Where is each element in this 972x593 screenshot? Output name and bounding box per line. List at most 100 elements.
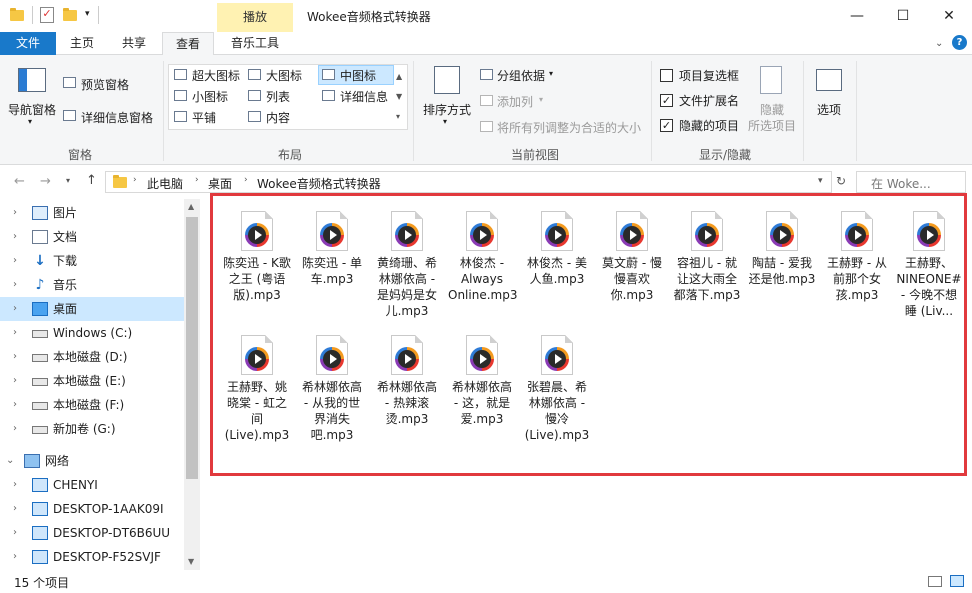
breadcrumb-desktop[interactable]: 桌面 [208, 175, 232, 192]
chevron-down-icon[interactable]: ▾ [443, 117, 447, 126]
nav-scrollbar-thumb[interactable] [186, 217, 198, 479]
file-item[interactable]: 张碧晨、希林娜依高 - 慢冷 (Live).mp3 [523, 335, 591, 443]
layout-medium-icons[interactable]: 中图标 [340, 67, 376, 84]
new-folder-icon[interactable] [63, 7, 79, 23]
file-item[interactable]: 黄绮珊、希林娜依高 - 是妈妈是女儿.mp3 [373, 211, 441, 319]
gallery-scroll-icon[interactable]: ▲ ▼ ▾ [396, 67, 402, 127]
context-tab-play[interactable]: 播放 [217, 3, 293, 32]
breadcrumb-current-folder[interactable]: Wokee音频格式转换器 [257, 175, 381, 192]
chevron-down-icon[interactable]: ▾ [549, 69, 553, 78]
navigation-pane-label[interactable]: 导航窗格 [8, 101, 56, 118]
forward-icon[interactable]: → [40, 174, 51, 189]
tab-file[interactable]: 文件 [0, 32, 56, 55]
layout-tiles[interactable]: 平铺 [192, 109, 216, 126]
details-view-icon[interactable] [928, 576, 942, 587]
file-item[interactable]: 陈奕迅 - 单车.mp3 [298, 211, 366, 287]
file-item[interactable]: 希林娜依高 - 从我的世界消失吧.mp3 [298, 335, 366, 443]
layout-small-icons[interactable]: 小图标 [192, 88, 228, 105]
nav-item-computer-chenyi[interactable]: › CHENYI [0, 473, 184, 497]
nav-item-drive-c[interactable]: › Windows (C:) [0, 321, 184, 345]
up-icon[interactable]: ↑ [86, 173, 97, 188]
scroll-down-icon[interactable]: ▼ [188, 557, 194, 566]
minimize-button[interactable]: — [834, 0, 880, 31]
file-item[interactable]: 王赫野、姚晓棠 - 虹之间 (Live).mp3 [223, 335, 291, 443]
file-name: 黄绮珊、希林娜依高 - 是妈妈是女儿.mp3 [376, 256, 437, 318]
navigation-pane-icon[interactable] [18, 68, 46, 92]
nav-item-desktop[interactable]: › 桌面 [0, 297, 184, 321]
address-bar[interactable]: › 此电脑 › 桌面 › Wokee音频格式转换器 ▾ [105, 171, 832, 193]
sort-by-icon[interactable] [434, 66, 460, 94]
address-dropdown-icon[interactable]: ▾ [818, 176, 823, 186]
chevron-right-icon[interactable]: › [244, 175, 248, 185]
customize-toolbar-icon[interactable]: ▾ [85, 9, 90, 19]
nav-item-music[interactable]: › ♪ 音乐 [0, 273, 184, 297]
nav-item-computer-1aak09i[interactable]: › DESKTOP-1AAK09I [0, 497, 184, 521]
hide-selected-label-1[interactable]: 隐藏 [760, 101, 784, 118]
options-icon[interactable] [816, 69, 842, 91]
properties-icon[interactable]: ✓ [40, 7, 54, 23]
layout-extra-large-icons[interactable]: 超大图标 [192, 67, 240, 84]
maximize-button[interactable]: ☐ [880, 0, 926, 31]
sort-by-button[interactable]: 排序方式 [423, 101, 471, 118]
back-icon[interactable]: ← [14, 174, 25, 189]
file-item[interactable]: 王赫野、NINEONE# - 今晚不想睡 (Liv... [896, 211, 962, 319]
search-box[interactable]: 在 Woke... [856, 171, 966, 193]
breadcrumb-this-pc[interactable]: 此电脑 [147, 175, 183, 192]
refresh-icon[interactable]: ↻ [836, 174, 846, 188]
nav-item-pictures[interactable]: › 图片 [0, 201, 184, 225]
group-by-button[interactable]: 分组依据 [497, 67, 545, 84]
chevron-down-icon[interactable]: ▾ [28, 117, 32, 126]
recent-locations-icon[interactable]: ▾ [66, 176, 70, 185]
chevron-right-icon[interactable]: › [133, 175, 137, 185]
medium-icons-icon [322, 69, 335, 80]
chevron-down-icon[interactable]: ▾ [539, 95, 543, 104]
layout-list[interactable]: 列表 [266, 88, 290, 105]
nav-item-network[interactable]: ⌄ 网络 [0, 449, 184, 473]
file-item[interactable]: 林俊杰 - Always Online.mp3 [448, 211, 517, 303]
file-item[interactable]: 陶喆 - 爱我还是他.mp3 [748, 211, 816, 287]
file-item[interactable]: 莫文蔚 - 慢慢喜欢你.mp3 [598, 211, 666, 303]
chevron-right-icon[interactable]: › [195, 175, 199, 185]
hidden-items-checkbox[interactable]: ✓ [660, 119, 673, 132]
layout-large-icons[interactable]: 大图标 [266, 67, 302, 84]
file-item[interactable]: 陈奕迅 - K歌之王 (粤语版).mp3 [223, 211, 291, 303]
collapse-ribbon-icon[interactable]: ⌄ [935, 38, 943, 49]
item-checkboxes-label[interactable]: 项目复选框 [679, 67, 739, 84]
nav-item-computer-dt6b6uu[interactable]: › DESKTOP-DT6B6UU [0, 521, 184, 545]
tab-music-tools[interactable]: 音乐工具 [218, 32, 292, 55]
search-input[interactable]: 在 Woke... [871, 175, 931, 192]
item-checkboxes-checkbox[interactable] [660, 69, 673, 82]
nav-item-downloads[interactable]: › ↓ 下载 [0, 249, 184, 273]
hide-selected-label-2[interactable]: 所选项目 [748, 117, 796, 134]
file-item[interactable]: 希林娜依高 - 热辣滚烫.mp3 [373, 335, 441, 427]
tab-view[interactable]: 查看 [162, 32, 214, 56]
details-pane-button[interactable]: 详细信息窗格 [81, 109, 153, 126]
hide-selected-icon [760, 66, 782, 94]
nav-item-documents[interactable]: › 文档 [0, 225, 184, 249]
file-extensions-label[interactable]: 文件扩展名 [679, 92, 739, 109]
layout-content[interactable]: 内容 [266, 109, 290, 126]
divider [32, 6, 33, 24]
nav-item-drive-f[interactable]: › 本地磁盘 (F:) [0, 393, 184, 417]
help-icon[interactable]: ? [952, 35, 967, 50]
file-item[interactable]: 希林娜依高 - 这，就是爱.mp3 [448, 335, 516, 427]
hidden-items-label[interactable]: 隐藏的项目 [679, 117, 739, 134]
add-columns-button[interactable]: 添加列 [497, 93, 533, 110]
large-icons-view-icon[interactable] [950, 575, 964, 587]
file-extensions-checkbox[interactable]: ✓ [660, 94, 673, 107]
options-button[interactable]: 选项 [817, 101, 841, 118]
layout-details[interactable]: 详细信息 [340, 88, 388, 105]
nav-item-drive-d[interactable]: › 本地磁盘 (D:) [0, 345, 184, 369]
nav-item-drive-g[interactable]: › 新加卷 (G:) [0, 417, 184, 441]
tab-home[interactable]: 主页 [58, 32, 106, 55]
file-item[interactable]: 容祖儿 - 就让这大雨全都落下.mp3 [673, 211, 741, 303]
nav-item-drive-e[interactable]: › 本地磁盘 (E:) [0, 369, 184, 393]
tab-share[interactable]: 共享 [110, 32, 158, 55]
scroll-up-icon[interactable]: ▲ [188, 202, 194, 211]
size-all-columns-button[interactable]: 将所有列调整为合适的大小 [497, 119, 641, 136]
nav-item-computer-f52svjf[interactable]: › DESKTOP-F52SVJF [0, 545, 184, 569]
preview-pane-button[interactable]: 预览窗格 [81, 76, 129, 93]
close-button[interactable]: ✕ [926, 0, 972, 31]
file-item[interactable]: 林俊杰 - 美人鱼.mp3 [523, 211, 591, 287]
file-item[interactable]: 王赫野 - 从前那个女孩.mp3 [823, 211, 891, 303]
